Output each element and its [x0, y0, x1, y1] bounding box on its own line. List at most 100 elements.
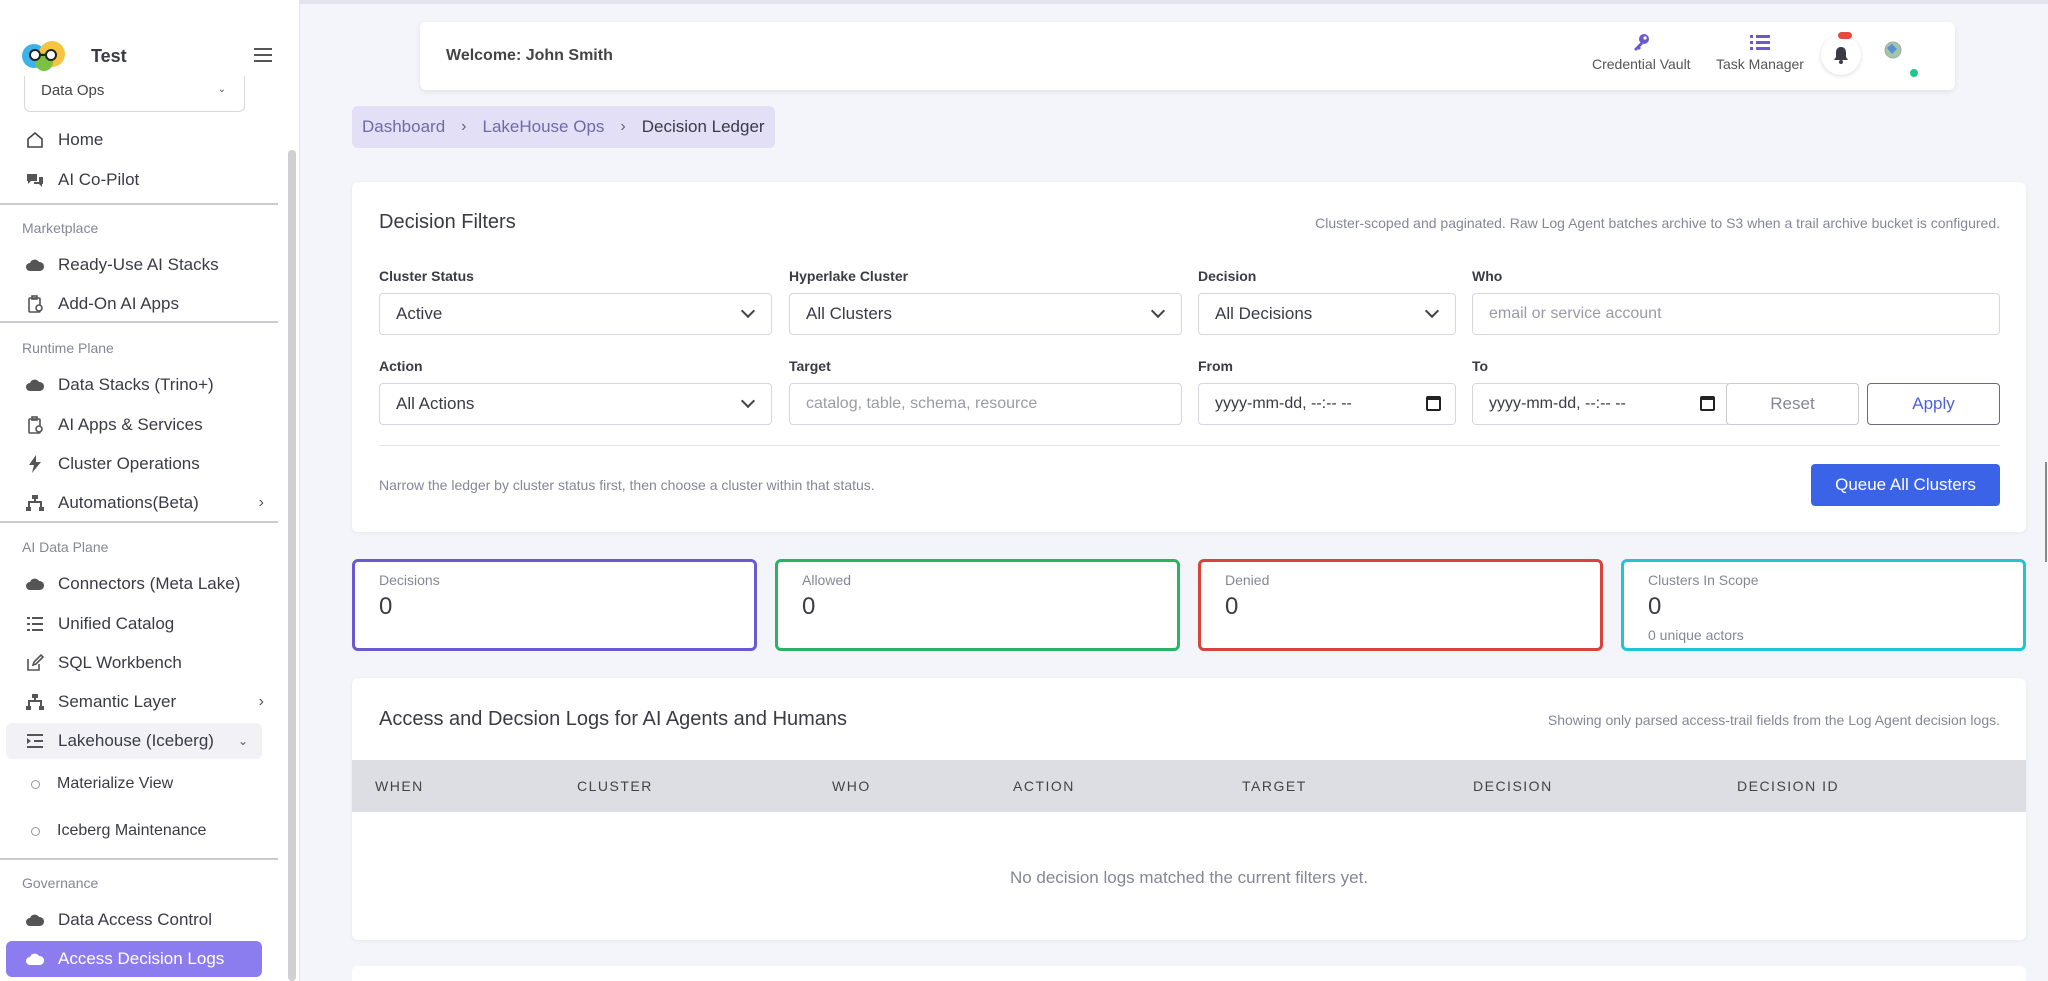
cloud-icon: [24, 909, 46, 931]
breadcrumb-dashboard[interactable]: Dashboard: [362, 117, 445, 137]
breadcrumb-lakehouse-ops[interactable]: LakeHouse Ops: [483, 117, 605, 137]
org-selector[interactable]: Data Ops ⌄: [24, 76, 245, 112]
sidebar-item-unified-catalog[interactable]: Unified Catalog: [0, 606, 278, 642]
stat-card-clusters-in-scope: Clusters In Scope 0 0 unique actors: [1621, 559, 2026, 651]
stat-value: 0: [802, 593, 816, 620]
section-title-ai-data-plane: AI Data Plane: [22, 539, 109, 555]
breadcrumb-current: Decision Ledger: [641, 117, 765, 136]
cloud-icon: [24, 573, 46, 595]
stat-value: 0: [379, 593, 393, 620]
sidebar-item-label: Access Decision Logs: [58, 949, 225, 968]
from-datetime-input[interactable]: yyyy-mm-dd, --:-- --: [1198, 383, 1456, 425]
who-input[interactable]: email or service account: [1472, 293, 2000, 335]
who-label: Who: [1472, 268, 1503, 284]
decision-label: Decision: [1198, 268, 1257, 284]
sidebar-item-label: Automations(Beta): [58, 493, 199, 512]
sidebar-item-sql-workbench[interactable]: SQL Workbench: [0, 645, 278, 681]
sidebar: Test Data Ops ⌄ Home AI Co-Pilot Marketp…: [0, 0, 300, 981]
sidebar-item-label: Unified Catalog: [58, 614, 175, 633]
apply-button[interactable]: Apply: [1867, 383, 2000, 425]
reset-button[interactable]: Reset: [1726, 383, 1859, 425]
cluster-status-value: Active: [396, 304, 443, 323]
chevron-right-icon: ›: [620, 118, 626, 135]
sidebar-subitem-iceberg-maintenance[interactable]: Iceberg Maintenance: [0, 814, 278, 848]
decision-select[interactable]: All Decisions: [1198, 293, 1456, 335]
filters-hint: Narrow the ledger by cluster status firs…: [379, 477, 875, 493]
hyperlake-cluster-select[interactable]: All Clusters: [789, 293, 1182, 335]
topbar: Welcome: John Smith Credential Vault Tas…: [420, 22, 1955, 90]
target-input[interactable]: catalog, table, schema, resource: [789, 383, 1182, 425]
decision-value: All Decisions: [1215, 304, 1313, 323]
sidebar-item-cluster-operations[interactable]: Cluster Operations: [0, 446, 278, 482]
menu-toggle-icon[interactable]: [254, 48, 272, 62]
chevron-down-icon: [1150, 303, 1166, 319]
cluster-status-label: Cluster Status: [379, 268, 474, 284]
sidebar-item-lakehouse[interactable]: Lakehouse (Iceberg) ⌄: [6, 723, 262, 759]
clipboard-icon: [24, 414, 46, 436]
sidebar-item-add-on-ai-apps[interactable]: Add-On AI Apps: [0, 286, 278, 322]
tasks-icon: [1716, 32, 1804, 56]
decision-logs-card: Access and Decsion Logs for AI Agents an…: [352, 678, 2026, 940]
breadcrumb: Dashboard › LakeHouse Ops › Decision Led…: [352, 106, 775, 148]
cluster-status-select[interactable]: Active: [379, 293, 772, 335]
sidebar-item-label: Connectors (Meta Lake): [58, 574, 241, 593]
sidebar-item-data-stacks[interactable]: Data Stacks (Trino+): [0, 367, 278, 403]
hyperlake-cluster-label: Hyperlake Cluster: [789, 268, 909, 284]
top-border: [300, 0, 2048, 4]
sidebar-item-home[interactable]: Home: [0, 122, 278, 158]
calendar-icon[interactable]: [1426, 396, 1441, 411]
home-icon: [24, 129, 46, 151]
chevron-right-icon: ›: [258, 693, 264, 710]
task-manager-button[interactable]: Task Manager: [1716, 32, 1804, 72]
column-header-action[interactable]: ACTION: [1013, 778, 1075, 794]
queue-all-clusters-button[interactable]: Queue All Clusters: [1811, 464, 2000, 506]
notification-badge: [1838, 32, 1852, 39]
action-select[interactable]: All Actions: [379, 383, 772, 425]
sidebar-item-ready-use-ai-stacks[interactable]: Ready-Use AI Stacks: [0, 247, 278, 283]
column-header-decision-id[interactable]: DECISION ID: [1737, 778, 1839, 794]
notifications-button[interactable]: [1821, 35, 1861, 75]
column-header-target[interactable]: TARGET: [1242, 778, 1307, 794]
calendar-icon[interactable]: [1700, 396, 1715, 411]
column-header-when[interactable]: WHEN: [375, 778, 424, 794]
list-icon: [24, 613, 46, 635]
hyperlake-cluster-value: All Clusters: [806, 304, 892, 323]
sidebar-item-label: Data Stacks (Trino+): [58, 375, 214, 394]
sidebar-divider: [0, 321, 278, 323]
online-status-dot: [1910, 69, 1918, 77]
sidebar-item-ai-apps-services[interactable]: AI Apps & Services: [0, 407, 278, 443]
stat-label: Denied: [1225, 572, 1270, 588]
credential-vault-button[interactable]: Credential Vault: [1592, 32, 1691, 72]
sidebar-item-label: Lakehouse (Iceberg): [58, 731, 214, 750]
sidebar-item-data-access-control[interactable]: Data Access Control: [0, 902, 278, 938]
column-header-cluster[interactable]: CLUSTER: [577, 778, 653, 794]
app-logo: [22, 41, 65, 71]
circle-icon: [31, 826, 40, 836]
chevron-right-icon: ›: [461, 118, 467, 135]
chevron-down-icon: ⌄: [217, 84, 226, 95]
avatar[interactable]: [1878, 38, 1908, 68]
sidebar-subitem-label: Iceberg Maintenance: [57, 822, 207, 839]
sidebar-item-semantic-layer[interactable]: Semantic Layer ›: [0, 684, 278, 720]
stat-value: 0: [1225, 593, 1239, 620]
sidebar-item-ai-copilot[interactable]: AI Co-Pilot: [0, 162, 278, 198]
edit-icon: [24, 652, 46, 674]
sidebar-item-connectors[interactable]: Connectors (Meta Lake): [0, 566, 278, 602]
section-title-runtime-plane: Runtime Plane: [22, 340, 114, 356]
sidebar-item-access-decision-logs[interactable]: Access Decision Logs: [6, 941, 262, 977]
from-placeholder: yyyy-mm-dd, --:-- --: [1215, 395, 1352, 412]
to-placeholder: yyyy-mm-dd, --:-- --: [1489, 395, 1626, 412]
column-header-who[interactable]: WHO: [832, 778, 871, 794]
sidebar-item-label: AI Apps & Services: [58, 415, 203, 434]
column-header-decision[interactable]: DECISION: [1473, 778, 1553, 794]
to-datetime-input[interactable]: yyyy-mm-dd, --:-- --: [1472, 383, 1730, 425]
chat-icon: [24, 169, 46, 191]
sidebar-item-automations[interactable]: Automations(Beta) ›: [0, 485, 278, 521]
sidebar-subitem-materialize-view[interactable]: Materialize View: [0, 767, 278, 801]
chevron-down-icon: [740, 393, 756, 409]
sidebar-scrollbar[interactable]: [288, 150, 296, 981]
page-scrollbar[interactable]: [2045, 462, 2047, 562]
cloud-icon: [24, 254, 46, 276]
filters-divider: [379, 445, 2000, 446]
stat-card-denied: Denied 0: [1198, 559, 1603, 651]
